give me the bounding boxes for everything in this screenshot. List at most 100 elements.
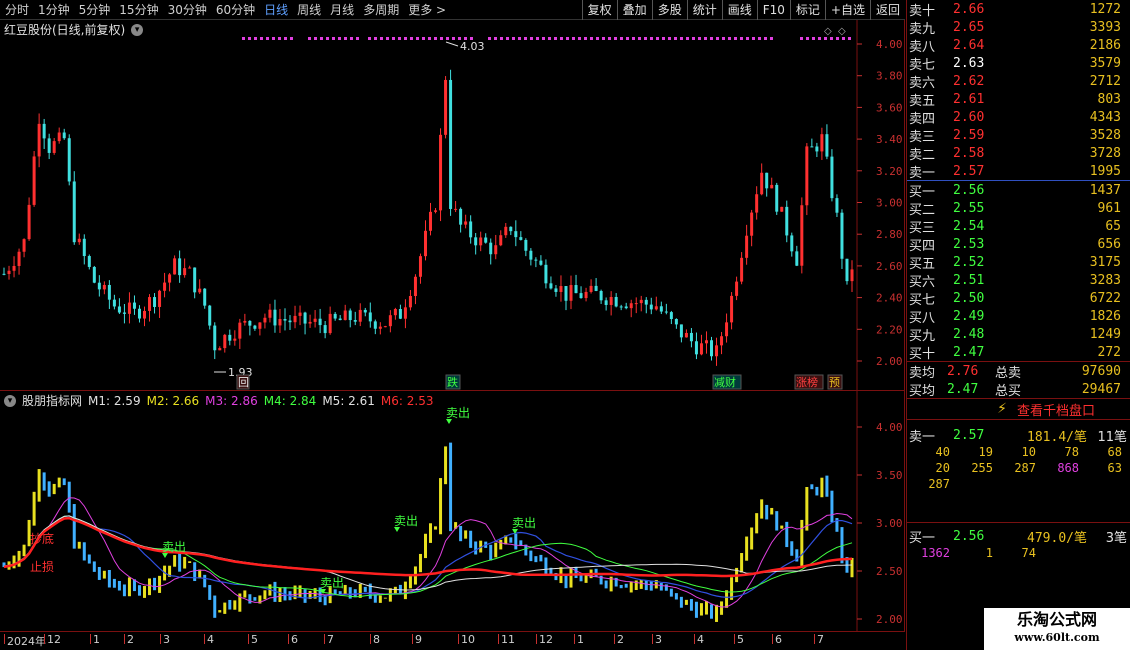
- candle-body: [594, 285, 598, 291]
- ask-level[interactable]: 卖十 2.66 1272: [907, 0, 1130, 19]
- bid1-detail-count: 3笔: [1105, 530, 1127, 546]
- period-tab[interactable]: 周线: [292, 0, 325, 20]
- level-volume: 3283: [1089, 272, 1121, 288]
- candle-body: [298, 312, 302, 316]
- candle-body: [654, 306, 658, 310]
- tool-button[interactable]: 标记: [789, 0, 825, 20]
- candle-body: [449, 79, 453, 209]
- bid-level[interactable]: 买一 2.56 1437: [907, 181, 1130, 200]
- level-price: 2.61: [953, 91, 985, 107]
- ask-level[interactable]: 卖六 2.62 2712: [907, 72, 1130, 91]
- candle-body: [253, 325, 257, 329]
- ask-level[interactable]: 卖三 2.59 3528: [907, 126, 1130, 145]
- m5-line: [3, 515, 853, 591]
- candle-body: [32, 156, 36, 205]
- candle-body: [845, 258, 849, 282]
- indicator-chart[interactable]: 4.003.503.002.502.00卖出卖出卖出 卖出卖出抄底止损: [0, 391, 905, 631]
- indicator-param: M2: 2.66: [146, 393, 200, 408]
- level-label: 卖三: [909, 129, 936, 145]
- candle-body: [112, 299, 116, 307]
- bid-level[interactable]: 买二 2.55 961: [907, 199, 1130, 218]
- level-volume: 2712: [1089, 73, 1121, 89]
- ask-level[interactable]: 卖五 2.61 803: [907, 90, 1130, 109]
- chevron-down-icon[interactable]: ▾: [4, 394, 16, 407]
- bid-level[interactable]: 买九 2.48 1249: [907, 325, 1130, 344]
- candle-body: [92, 266, 96, 283]
- chevron-down-icon[interactable]: ▾: [131, 23, 144, 36]
- time-label: 6: [288, 633, 298, 646]
- ten-level-button[interactable]: ⚡ 查看千档盘口: [907, 398, 1130, 420]
- marker-dot: [368, 37, 371, 40]
- tool-button[interactable]: F10: [756, 0, 790, 20]
- bid-level[interactable]: 买七 2.50 6722: [907, 289, 1130, 308]
- period-tab[interactable]: 多周期: [358, 0, 403, 20]
- period-tab[interactable]: 更多 >: [403, 0, 450, 20]
- marker-dot: [698, 37, 701, 40]
- candle-body: [609, 296, 613, 305]
- period-tab[interactable]: 月线: [325, 0, 358, 20]
- bid-level[interactable]: 买十 2.47 272: [907, 343, 1130, 362]
- period-tab[interactable]: 15分钟: [114, 0, 162, 20]
- sell-arrow: [394, 527, 400, 532]
- candlestick-pane[interactable]: 4.00 3.80 3.60 3.40 3.20 3.00 2.80 2.60 2.40 2.20…: [0, 20, 905, 391]
- level-label: 卖六: [909, 75, 936, 91]
- candle-body: [248, 320, 252, 326]
- marker-dot: [506, 37, 509, 40]
- level-price: 2.47: [953, 344, 985, 360]
- period-tab[interactable]: 分时: [0, 0, 33, 20]
- period-tab[interactable]: 日线: [259, 0, 292, 20]
- ask-level[interactable]: 卖四 2.60 4343: [907, 108, 1130, 127]
- marker-dot: [248, 37, 251, 40]
- marker-dot: [500, 37, 503, 40]
- candle-body: [730, 295, 734, 323]
- sell-signal: 卖出: [512, 516, 536, 530]
- marker-dot: [716, 37, 719, 40]
- ask-level[interactable]: 卖九 2.65 3393: [907, 18, 1130, 37]
- y-tick-label: 2.60: [876, 260, 903, 273]
- level-price: 2.48: [953, 326, 985, 342]
- marker-dot: [596, 37, 599, 40]
- bid-level[interactable]: 买四 2.53 656: [907, 235, 1130, 254]
- marker-dot: [452, 37, 455, 40]
- bid-level[interactable]: 买五 2.52 3175: [907, 253, 1130, 272]
- candle-body: [699, 343, 703, 355]
- y-tick-label: 2.00: [876, 613, 903, 626]
- y-tick-label: 3.40: [876, 133, 903, 146]
- time-label: 5: [248, 633, 258, 646]
- candle-body: [674, 319, 678, 325]
- marker-dot: [692, 37, 695, 40]
- ask-level[interactable]: 卖一 2.57 1995: [907, 162, 1130, 181]
- ask-level[interactable]: 卖七 2.63 3579: [907, 54, 1130, 73]
- candle-body: [348, 310, 352, 321]
- marker-dot: [686, 37, 689, 40]
- period-tab[interactable]: 30分钟: [163, 0, 211, 20]
- tool-button[interactable]: 统计: [686, 0, 722, 20]
- marker-dot: [446, 37, 449, 40]
- tool-button[interactable]: 画线: [721, 0, 757, 20]
- candlestick-chart[interactable]: 4.00 3.80 3.60 3.40 3.20 3.00 2.80 2.60 2.40 2.20…: [0, 20, 905, 391]
- tool-button[interactable]: 多股: [651, 0, 687, 20]
- indicator-pane[interactable]: 4.00 3.50 3.00 2.50 2.00 卖出 卖出 卖出 卖出 卖出 抄底 止损 ▾ 股朋指…: [0, 391, 905, 631]
- bid-level[interactable]: 买八 2.49 1826: [907, 307, 1130, 326]
- y-tick-label: 2.40: [876, 292, 903, 305]
- candle-body: [343, 310, 347, 321]
- order-row: 1362 1 74: [907, 545, 1130, 561]
- bid-level[interactable]: 买六 2.51 3283: [907, 271, 1130, 290]
- marker-dot: [710, 37, 713, 40]
- marker-dot: [536, 37, 539, 40]
- period-tab[interactable]: 1分钟: [33, 0, 74, 20]
- ask-level[interactable]: 卖八 2.64 2186: [907, 36, 1130, 55]
- tool-button[interactable]: 返回: [869, 0, 905, 20]
- period-tab[interactable]: 5分钟: [74, 0, 115, 20]
- tool-button[interactable]: +自选: [824, 0, 870, 20]
- bid-level[interactable]: 买三 2.54 65: [907, 217, 1130, 236]
- candle-body: [188, 267, 192, 269]
- tool-button[interactable]: 复权: [581, 0, 617, 20]
- period-tab[interactable]: 60分钟: [211, 0, 259, 20]
- candle-body: [479, 237, 483, 246]
- ask-level[interactable]: 卖二 2.58 3728: [907, 144, 1130, 163]
- candle-body: [2, 273, 6, 275]
- marker-dot: [518, 37, 521, 40]
- marker-dot: [728, 37, 731, 40]
- tool-button[interactable]: 叠加: [616, 0, 652, 20]
